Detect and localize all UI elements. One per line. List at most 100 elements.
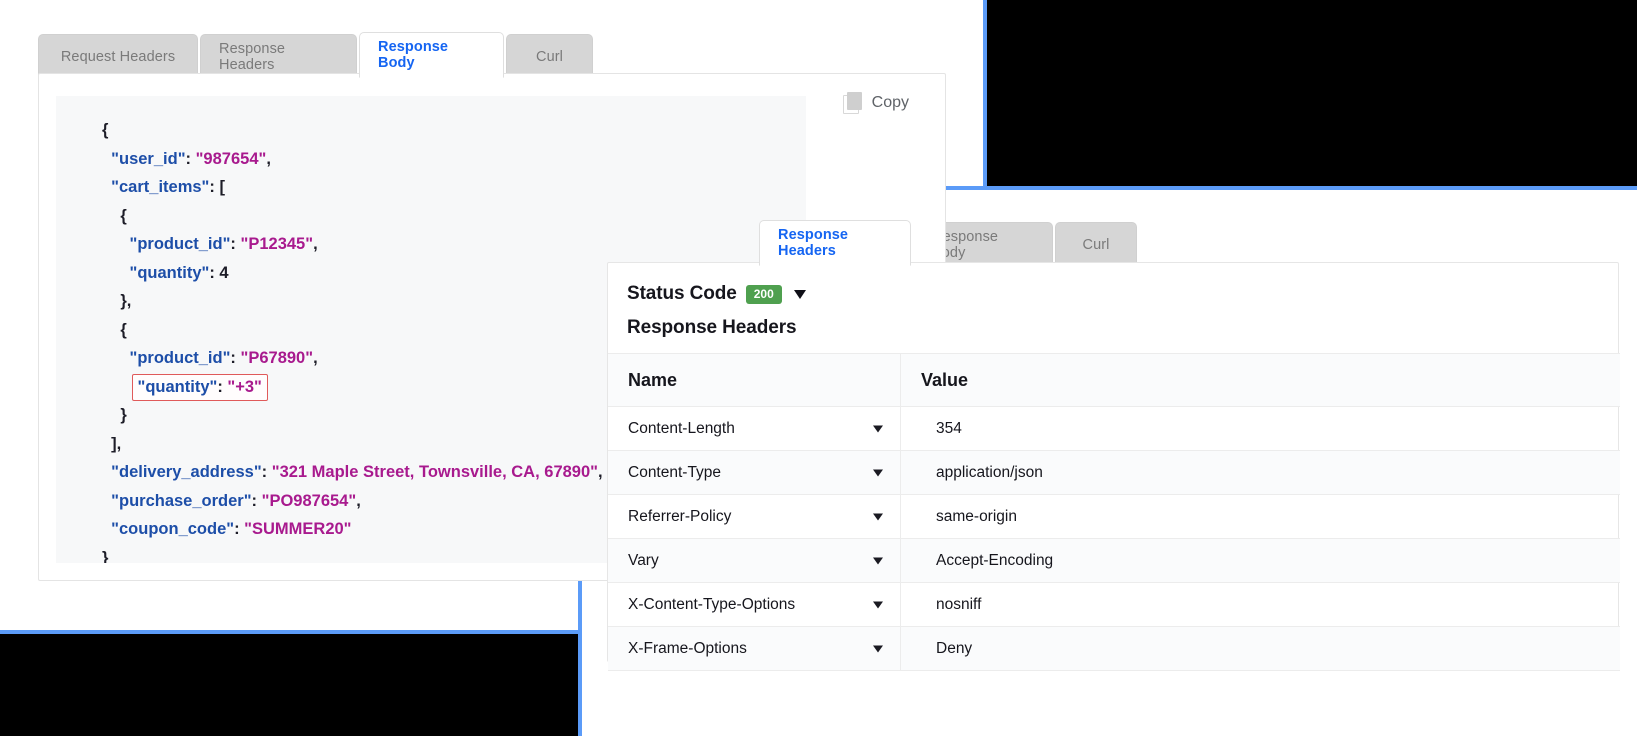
header-value-cell: Accept-Encoding [901,539,1621,583]
json-token-pun: , [356,492,361,510]
header-value-cell: application/json [901,451,1621,495]
table-row: Content-Type application/json [608,451,1620,495]
tab-response-body[interactable]: Response Body [359,32,504,78]
json-tokens: "product_id": "P67890", [130,349,318,367]
json-token-str: "987654" [196,150,267,168]
copy-button[interactable]: Copy [843,92,909,113]
json-tokens: "user_id": "987654", [111,150,271,168]
json-token-pun: } [120,406,126,424]
response-headers-window: Request HeadersResponse HeadersResponse … [578,186,1637,736]
header-name-text: X-Content-Type-Options [628,596,795,613]
code-line: "cart_items": [ [56,173,806,202]
json-tokens: "delivery_address": "321 Maple Street, T… [111,463,602,481]
tab-response-headers[interactable]: Response Headers [759,220,911,266]
header-name-cell: X-Content-Type-Options [608,583,901,627]
caret-down-icon[interactable] [794,290,806,299]
json-token-pun: : [262,463,272,481]
tab-label: Request Headers [61,49,175,65]
json-token-pun: [ [219,178,225,196]
header-name-cell: Content-Length [608,407,901,451]
section-heading: Response Headers [627,317,796,339]
status-code-label: Status Code [627,283,737,305]
json-token-pun: : [209,264,219,282]
table-body: Content-Length354Content-Typeapplication… [608,407,1620,671]
tab-label: Curl [1083,237,1110,253]
header-name-text: Referrer-Policy [628,508,731,525]
row-caret-down-icon[interactable] [873,469,883,476]
tab-response-headers[interactable]: Response Headers [200,34,357,78]
column-header-value: Value [901,354,1621,407]
row-caret-down-icon[interactable] [873,425,883,432]
status-code-row: Status Code 200 [627,283,806,305]
code-line: "product_id": "P12345", [56,230,806,259]
tab-label: Response Body [932,229,1034,261]
json-token-pun: : [209,178,219,196]
json-token-k: "product_id" [130,235,231,253]
table-row: X-Content-Type-Options nosniff [608,583,1620,627]
json-token-pun: , [598,463,603,481]
tab-label: Curl [536,49,563,65]
code-line: "user_id": "987654", [56,145,806,174]
row-caret-down-icon[interactable] [873,513,883,520]
json-token-str: "321 Maple Street, Townsville, CA, 67890… [272,463,598,481]
header-value-cell: nosniff [901,583,1621,627]
header-name-text: Content-Type [628,464,721,481]
json-token-k: "user_id" [111,150,185,168]
json-token-pun: } [102,549,108,564]
json-token-num: 4 [219,264,228,282]
header-name-text: X-Frame-Options [628,640,747,657]
tab-curl[interactable]: Curl [506,34,593,78]
tab-curl[interactable]: Curl [1055,222,1137,266]
json-token-str: "+3" [227,378,261,396]
json-token-k: "cart_items" [111,178,209,196]
header-name-cell: X-Frame-Options [608,627,901,671]
header-name-cell: Vary [608,539,901,583]
json-token-pun: , [313,235,318,253]
json-token-k: "coupon_code" [111,520,234,538]
tab-request-headers[interactable]: Request Headers [38,34,198,78]
json-token-pun: : [230,235,240,253]
response-headers-table: Name Value Content-Length354Content-Type… [608,353,1620,671]
json-tokens: "product_id": "P12345", [130,235,318,253]
json-tokens: ], [111,435,121,453]
row-caret-down-icon[interactable] [873,557,883,564]
tabbar-response-body-window: Request Headers Response Headers Response … [38,32,595,78]
json-token-str: "SUMMER20" [244,520,351,538]
json-token-k: "delivery_address" [111,463,261,481]
code-line: { [56,202,806,231]
json-token-pun: : [234,520,244,538]
json-token-pun: }, [120,292,131,310]
row-caret-down-icon[interactable] [873,645,883,652]
header-name-text: Content-Length [628,420,735,437]
table-row: Referrer-Policy same-origin [608,495,1620,539]
json-token-k: "quantity" [138,378,218,396]
json-token-pun: ], [111,435,121,453]
table-row: Vary Accept-Encoding [608,539,1620,583]
tab-label: Response Body [378,39,485,71]
json-token-pun: : [230,349,240,367]
json-tokens: "quantity": 4 [130,264,229,282]
table-row: X-Frame-OptionsDeny [608,627,1620,671]
json-token-str: "PO987654" [262,492,357,510]
json-tokens: { [120,321,126,339]
table-header-row: Name Value [608,354,1620,407]
json-tokens: { [102,121,108,139]
json-token-pun: { [120,321,126,339]
response-headers-panel: Status Code 200 Response Headers Name Va… [607,262,1619,662]
row-caret-down-icon[interactable] [873,601,883,608]
tab-label: Response Headers [778,227,892,259]
header-value-cell: same-origin [901,495,1621,539]
status-badge: 200 [746,285,782,304]
code-line: { [56,116,806,145]
tab-label: Response Headers [219,41,338,73]
json-tokens: { [120,207,126,225]
response-headers-window-inner: Request HeadersResponse HeadersResponse … [582,190,1637,736]
json-tokens: } [102,549,108,564]
json-token-pun: { [120,207,126,225]
json-token-str: "P12345" [241,235,314,253]
table-head: Name Value [608,354,1620,407]
json-tokens: }, [120,292,131,310]
column-header-name: Name [608,354,901,407]
header-name-text: Vary [628,552,659,569]
json-token-pun: : [217,378,227,396]
